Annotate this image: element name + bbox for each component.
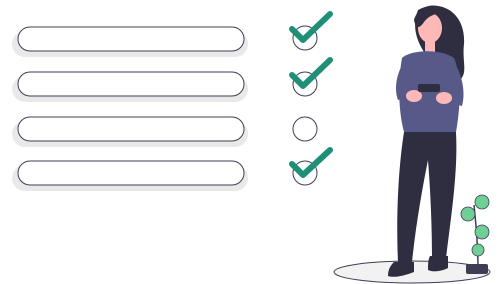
plant-icon: [460, 194, 490, 274]
checklist-bar[interactable]: [17, 71, 245, 97]
checklist-row[interactable]: [12, 11, 333, 57]
checklist-illustration: [12, 5, 491, 284]
circle-icon[interactable]: [292, 116, 318, 142]
checklist-row[interactable]: [12, 116, 318, 147]
checklist-bar[interactable]: [17, 116, 245, 142]
checklist-bar[interactable]: [17, 26, 245, 52]
checkmark-icon: [289, 11, 333, 43]
checklist-row[interactable]: [12, 147, 333, 191]
checklist-bar[interactable]: [17, 160, 245, 186]
checklist-row[interactable]: [12, 57, 333, 102]
checkmark-icon: [289, 57, 333, 89]
person-figure: [388, 5, 465, 277]
